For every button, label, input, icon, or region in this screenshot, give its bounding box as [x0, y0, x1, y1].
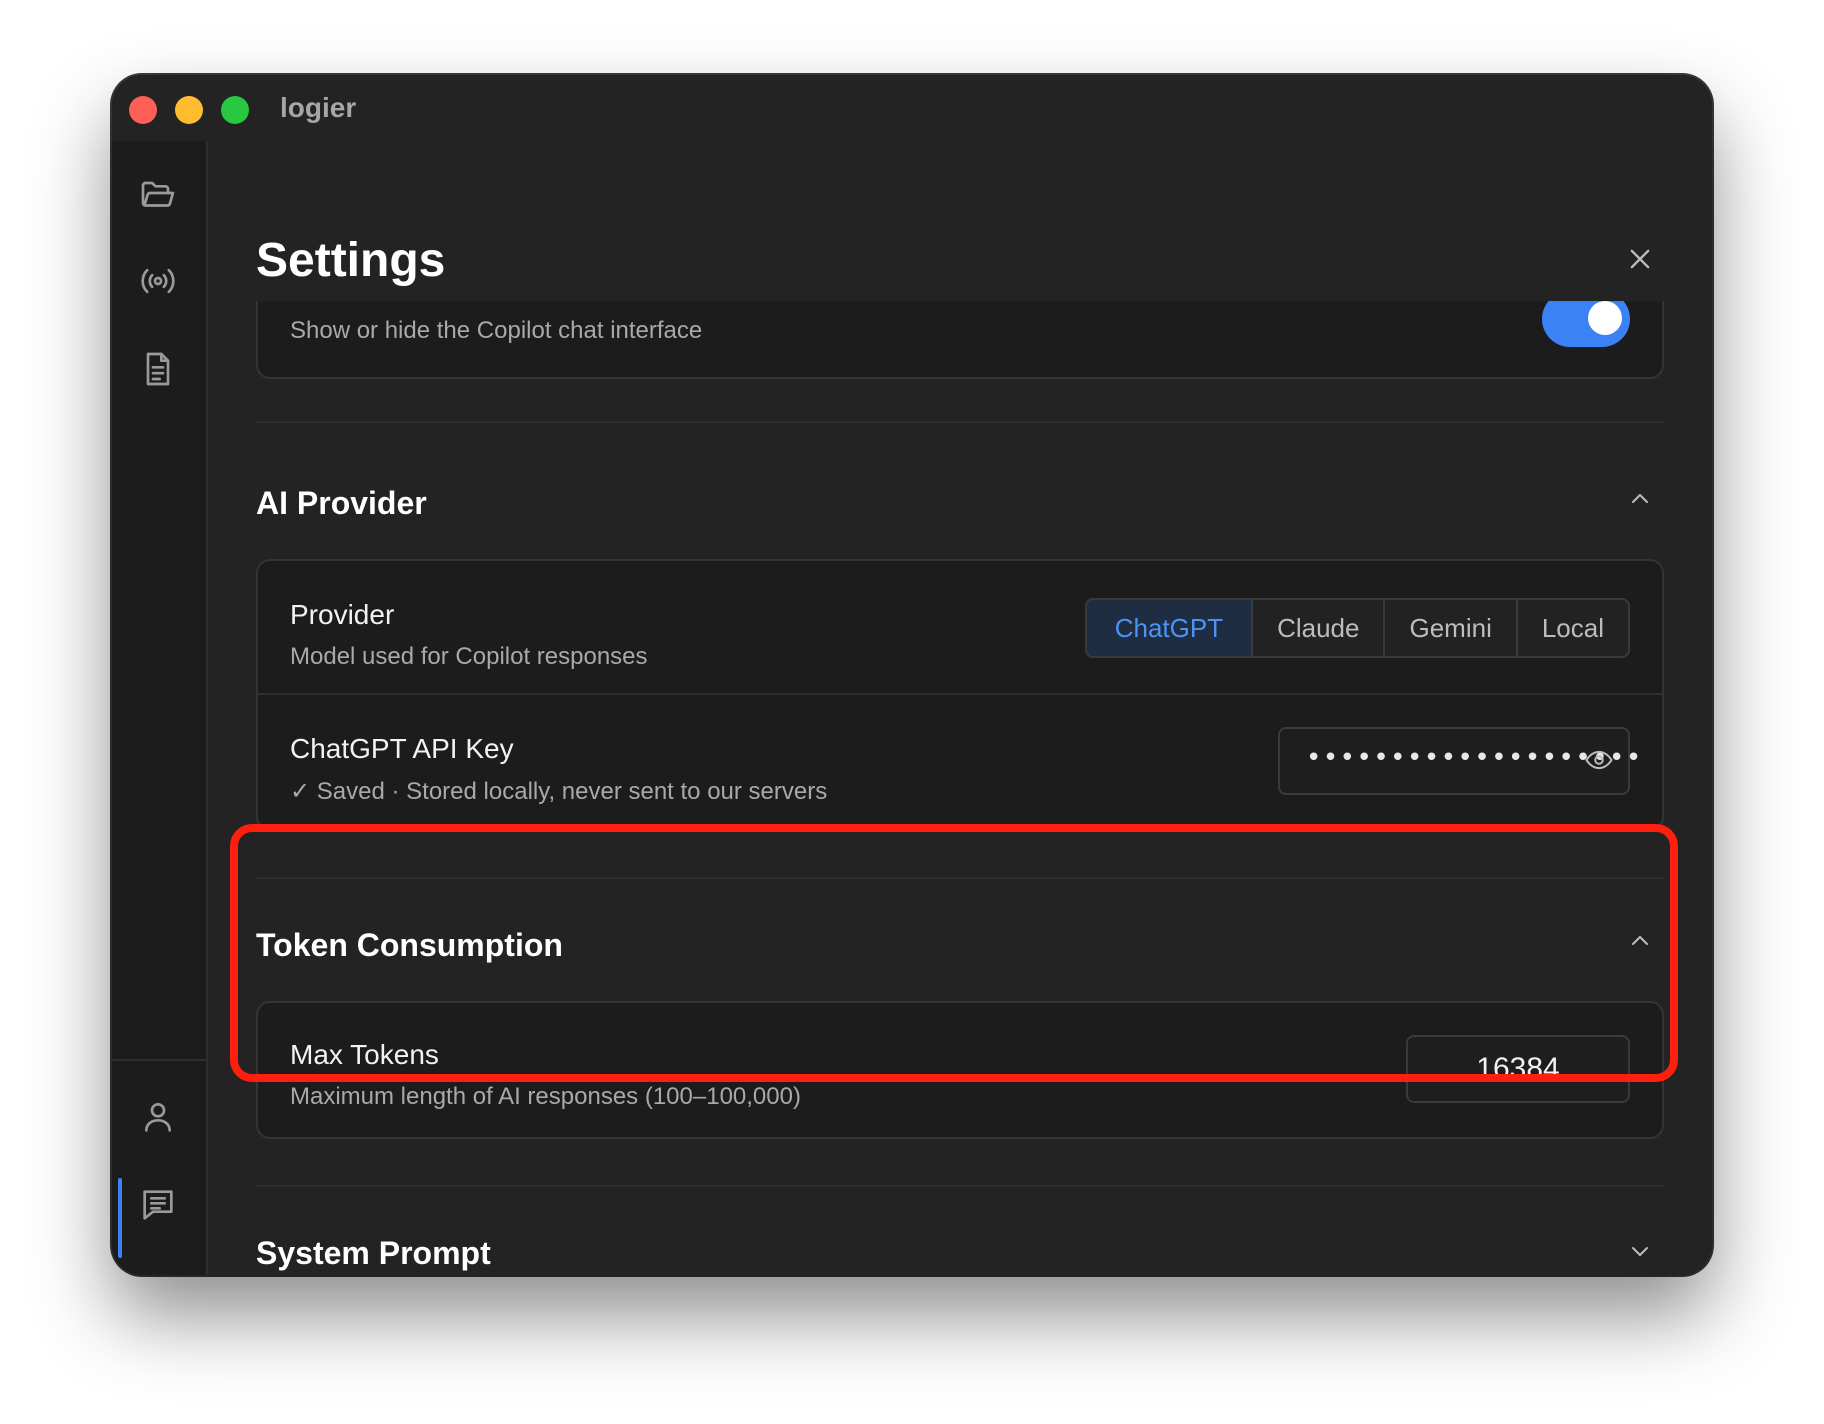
collapse-token-consumption-chevron-up-icon[interactable] [1626, 927, 1654, 955]
copilot-visibility-toggle[interactable] [1542, 301, 1630, 347]
api-key-desc: ✓ Saved · Stored locally, never sent to … [290, 778, 828, 805]
gear-icon[interactable] [136, 1271, 180, 1275]
minimize-window-button[interactable] [175, 96, 203, 124]
section-divider [256, 421, 1664, 423]
message-icon[interactable] [136, 1183, 180, 1227]
provider-option-local[interactable]: Local [1515, 600, 1628, 656]
app-window: logier Settings Show or hide the Copilot… [112, 75, 1712, 1275]
max-tokens-input[interactable]: 16384 [1406, 1035, 1630, 1103]
copilot-visibility-card: Show or hide the Copilot chat interface [256, 301, 1664, 379]
provider-segmented-control: ChatGPT Claude Gemini Local [1084, 598, 1630, 658]
sidebar [112, 141, 208, 1275]
max-tokens-desc: Maximum length of AI responses (100–100,… [290, 1083, 801, 1110]
eye-icon[interactable] [1584, 745, 1614, 775]
folder-open-icon[interactable] [136, 171, 180, 215]
toggle-knob [1588, 301, 1622, 335]
title-bar: logier [112, 75, 1712, 141]
expand-system-prompt-chevron-down-icon[interactable] [1626, 1237, 1654, 1265]
close-window-button[interactable] [129, 96, 157, 124]
app-title: logier [280, 92, 357, 123]
api-key-field[interactable]: •••••••••••••••••••• [1278, 727, 1641, 795]
user-icon[interactable] [136, 1095, 180, 1139]
active-nav-indicator [118, 1178, 122, 1258]
zoom-window-button[interactable] [221, 96, 249, 124]
document-icon[interactable] [136, 347, 180, 391]
provider-option-claude[interactable]: Claude [1251, 600, 1383, 656]
max-tokens-title: Max Tokens [290, 1039, 439, 1070]
ai-provider-card: Provider Model used for Copilot response… [256, 559, 1664, 831]
settings-panel: Settings Show or hide the Copilot chat i… [208, 141, 1712, 1275]
token-consumption-card: Max Tokens Maximum length of AI response… [256, 1001, 1664, 1139]
provider-option-gemini[interactable]: Gemini [1383, 600, 1515, 656]
provider-desc: Model used for Copilot responses [290, 643, 648, 670]
section-divider [256, 877, 1664, 879]
section-divider [256, 1185, 1664, 1187]
page-title: Settings [256, 234, 446, 287]
broadcast-icon[interactable] [136, 259, 180, 303]
provider-title: Provider [290, 599, 395, 630]
close-icon[interactable] [1622, 241, 1658, 277]
copilot-visibility-desc: Show or hide the Copilot chat interface [290, 317, 703, 344]
sidebar-divider [112, 1059, 206, 1061]
system-prompt-heading: System Prompt [256, 1235, 491, 1271]
api-key-title: ChatGPT API Key [290, 733, 514, 764]
collapse-ai-provider-chevron-up-icon[interactable] [1626, 485, 1654, 513]
token-consumption-heading: Token Consumption [256, 927, 563, 963]
row-divider [258, 693, 1662, 695]
provider-option-chatgpt[interactable]: ChatGPT [1086, 600, 1252, 656]
ai-provider-heading: AI Provider [256, 485, 427, 521]
settings-scroll-area[interactable]: Show or hide the Copilot chat interface … [208, 301, 1712, 1275]
